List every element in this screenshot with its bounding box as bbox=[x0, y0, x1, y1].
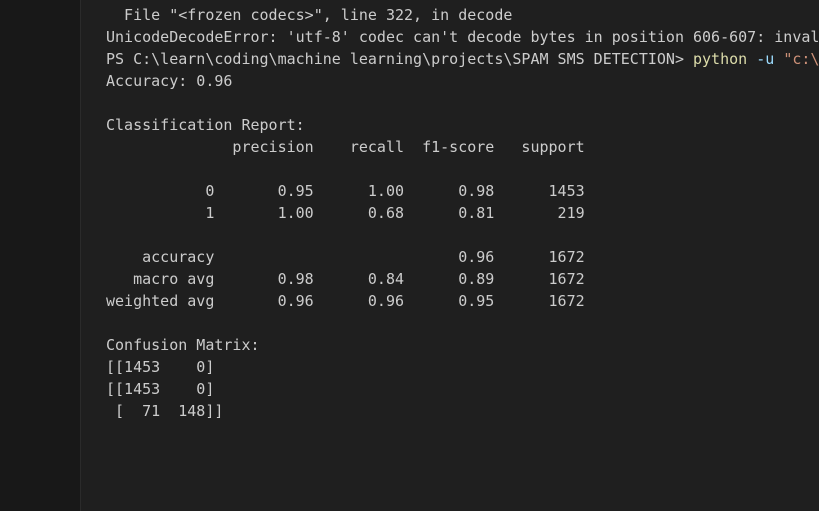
terminal-output: File "<frozen codecs>", line 322, in dec… bbox=[106, 4, 819, 422]
confusion-matrix-row: [ 71 148]] bbox=[106, 402, 224, 420]
command-text: python bbox=[693, 50, 748, 68]
report-title: Classification Report: bbox=[106, 116, 305, 134]
accuracy-line: Accuracy: 0.96 bbox=[106, 72, 233, 90]
report-row-macro-avg: macro avg 0.98 0.84 0.89 1672 bbox=[106, 270, 585, 288]
report-header: precision recall f1-score support bbox=[106, 138, 585, 156]
confusion-matrix-row: [[1453 0] bbox=[106, 358, 215, 376]
command-argument: "c:\learn\coding\machine learning\projec… bbox=[783, 50, 819, 68]
prompt-text: PS C:\learn\coding\machine learning\proj… bbox=[106, 50, 693, 68]
command-flag: -u bbox=[747, 50, 784, 68]
report-row-accuracy: accuracy 0.96 1672 bbox=[106, 248, 585, 266]
report-row-class-1: 1 1.00 0.68 0.81 219 bbox=[106, 204, 585, 222]
confusion-matrix-row: [[1453 0] bbox=[106, 380, 215, 398]
command-line: PS C:\learn\coding\machine learning\proj… bbox=[106, 48, 819, 70]
report-row-weighted-avg: weighted avg 0.96 0.96 0.95 1672 bbox=[106, 292, 585, 310]
error-line: UnicodeDecodeError: 'utf-8' codec can't … bbox=[106, 28, 819, 46]
traceback-line: File "<frozen codecs>", line 322, in dec… bbox=[106, 6, 513, 24]
vscode-window: File "<frozen codecs>", line 322, in dec… bbox=[0, 0, 819, 511]
terminal-panel[interactable]: File "<frozen codecs>", line 322, in dec… bbox=[81, 0, 819, 511]
editor-side-strip bbox=[0, 0, 81, 511]
confusion-matrix-title: Confusion Matrix: bbox=[106, 336, 260, 354]
report-row-class-0: 0 0.95 1.00 0.98 1453 bbox=[106, 182, 585, 200]
